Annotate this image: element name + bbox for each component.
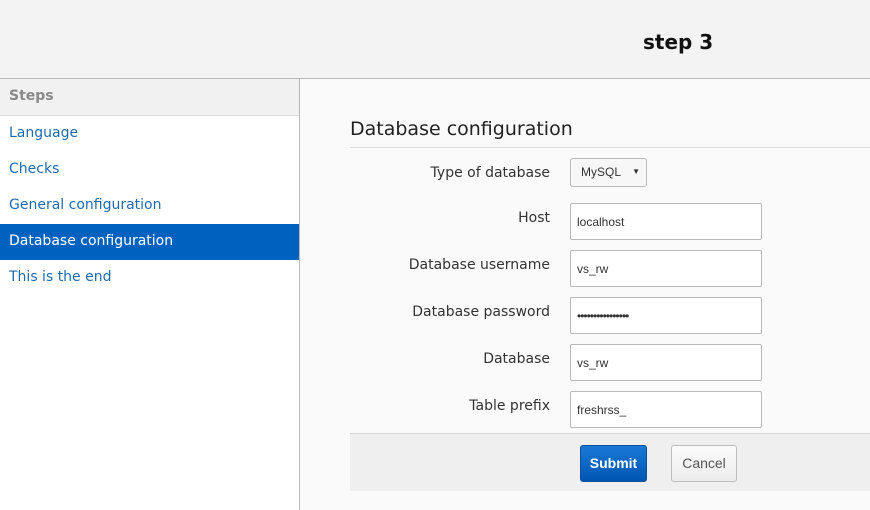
sidebar-heading: Steps <box>0 79 299 116</box>
username-label: Database username <box>408 257 550 273</box>
sidebar-item-general-configuration[interactable]: General configuration <box>0 188 299 224</box>
submit-button[interactable]: Submit <box>580 445 647 482</box>
sidebar-item-checks[interactable]: Checks <box>0 152 299 188</box>
sidebar-item-this-is-the-end[interactable]: This is the end <box>0 260 299 296</box>
cancel-button[interactable]: Cancel <box>671 445 737 482</box>
db-type-value: MySQL <box>581 165 622 179</box>
main-content: Database configuration Type of database … <box>300 79 870 510</box>
host-input[interactable]: localhost <box>570 203 762 240</box>
section-divider <box>350 147 870 148</box>
database-input[interactable]: vs_rw <box>570 344 762 381</box>
password-input[interactable]: •••••••••••••••• <box>570 297 762 334</box>
form-actions: Submit Cancel <box>350 433 870 491</box>
sidebar: Steps Language Checks General configurat… <box>0 79 300 510</box>
table-prefix-label: Table prefix <box>469 398 550 414</box>
username-input[interactable]: vs_rw <box>570 250 762 287</box>
db-type-label: Type of database <box>430 165 550 181</box>
section-title: Database configuration <box>350 118 573 140</box>
table-prefix-input[interactable]: freshrss_ <box>570 391 762 428</box>
sidebar-item-database-configuration[interactable]: Database configuration <box>0 224 299 260</box>
host-label: Host <box>518 210 550 226</box>
database-label: Database <box>483 351 550 367</box>
page-header: step 3 <box>0 0 870 79</box>
step-title: step 3 <box>643 30 714 54</box>
sidebar-item-language[interactable]: Language <box>0 116 299 152</box>
password-label: Database password <box>412 304 550 320</box>
db-type-select[interactable]: MySQL ▼ <box>570 158 647 187</box>
chevron-down-icon: ▼ <box>632 167 640 176</box>
